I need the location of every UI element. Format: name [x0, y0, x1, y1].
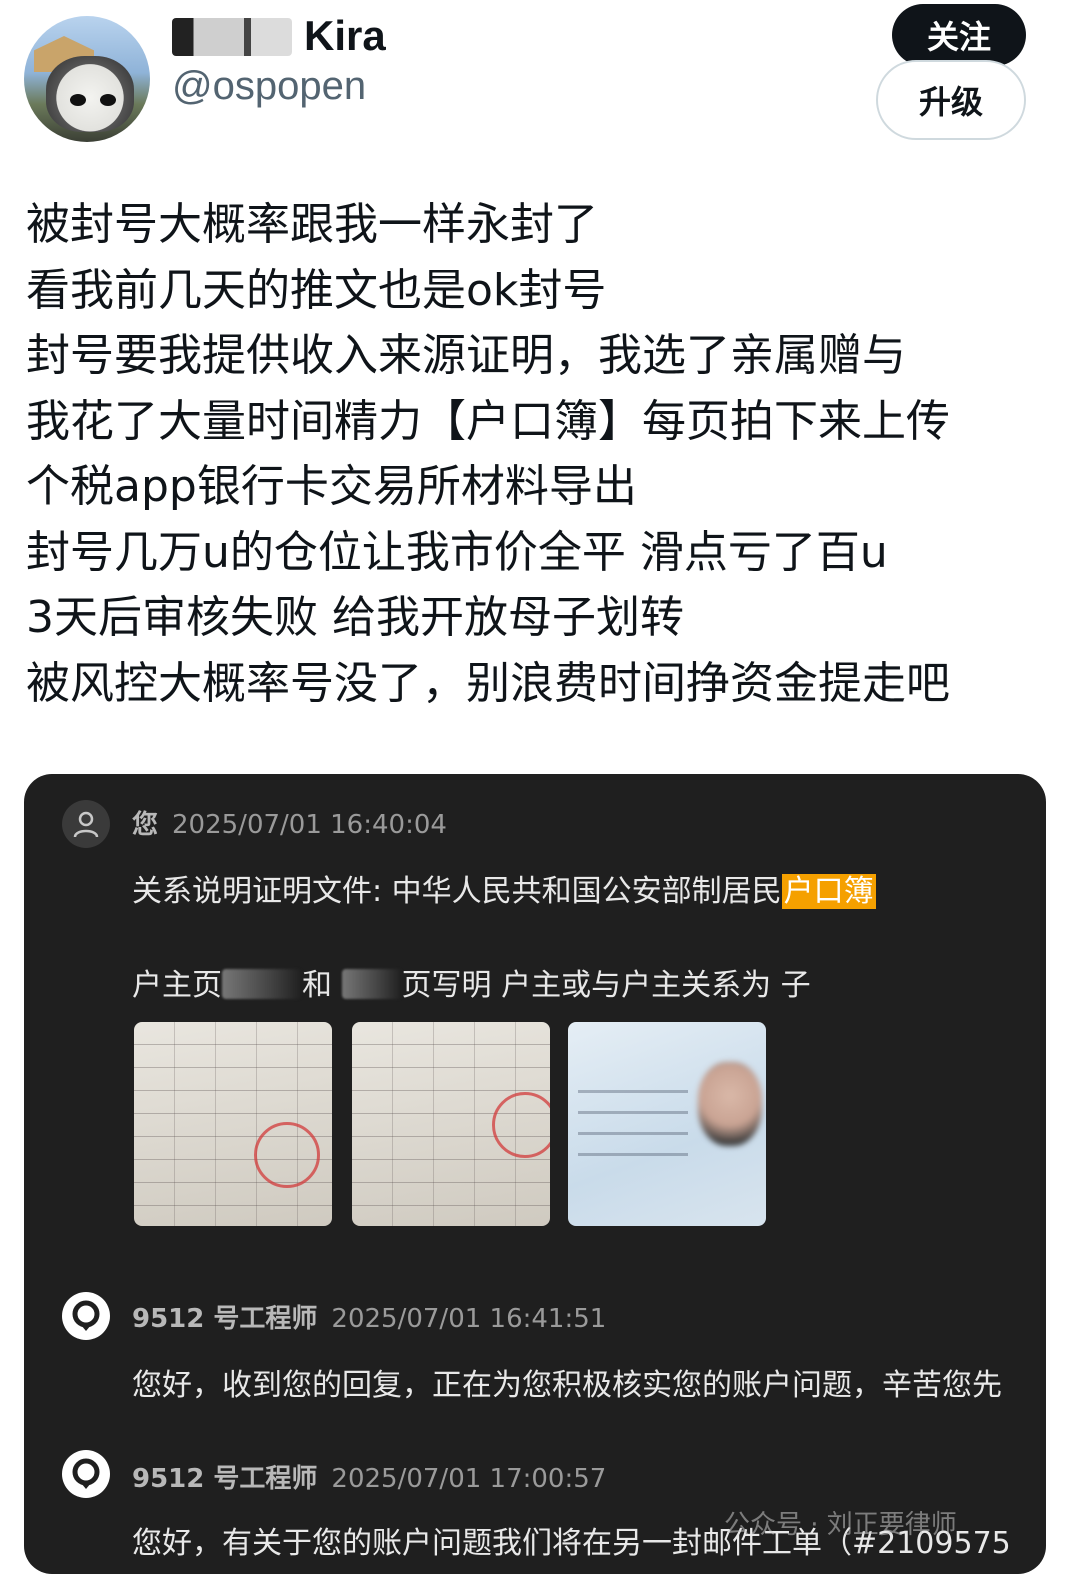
tweet-line: 封号要我提供收入来源证明，我选了亲属赠与 [26, 330, 906, 381]
tweet-text: 被封号大概率跟我一样永封了 看我前几天的推文也是ok封号 封号要我提供收入来源证… [26, 192, 1066, 716]
message-sender: 您 [132, 810, 159, 840]
message-sender: 9512 号工程师 [132, 1304, 318, 1334]
highlighted-text: 户口簿 [781, 874, 876, 909]
message-meta: 9512 号工程师 2025/07/01 16:41:51 [132, 1298, 606, 1335]
blurred-text [341, 969, 402, 999]
tweet-line: 我花了大量时间精力【户口簿】每页拍下来上传 [26, 395, 950, 447]
message-text-part: 户主页 [132, 968, 222, 1003]
id-card-text-lines [578, 1072, 688, 1172]
watermark: 公众号 · 刘正要律师 [724, 1510, 957, 1540]
tweet-line: 封号几万u的仓位让我市价全平 滑点亏了百u [26, 526, 888, 578]
engineer-icon [62, 1450, 110, 1498]
message-time: 2025/07/01 16:40:04 [172, 810, 447, 840]
tweet-line: 3天后审核失败 给我开放母子划转 [26, 592, 684, 643]
avatar-eye [70, 94, 86, 106]
message-time: 2025/07/01 16:41:51 [331, 1304, 607, 1334]
message-text-main: 关系说明证明文件: 中华人民共和国公安部制居民 [132, 874, 782, 909]
upgrade-button[interactable]: 升级 [876, 60, 1026, 140]
message-meta: 9512 号工程师 2025/07/01 17:00:57 [132, 1458, 606, 1495]
avatar-cat-shape [46, 56, 134, 132]
tweet-line: 看我前几天的推文也是ok封号 [26, 264, 607, 316]
redacted-name [172, 18, 292, 56]
message-text: 关系说明证明文件: 中华人民共和国公安部制居民户口簿 [132, 866, 876, 910]
user-icon [62, 800, 110, 848]
follow-button[interactable]: 关注 [892, 4, 1026, 66]
red-stamp [254, 1122, 320, 1188]
blurred-face [698, 1062, 762, 1146]
message-meta: 您 2025/07/01 16:40:04 [132, 804, 447, 841]
red-stamp [492, 1092, 550, 1158]
household-register-photo[interactable] [352, 1022, 550, 1226]
message-text: 您好，收到您的回复，正在为您积极核实您的账户问题，辛苦您先 [132, 1368, 1002, 1403]
tweet-line: 被风控大概率号没了，别浪费时间挣资金提走吧 [26, 657, 950, 709]
display-name-text: Kira [304, 12, 386, 59]
avatar-eye [100, 94, 116, 106]
engineer-icon [62, 1292, 110, 1340]
message-text: 户主页 和 页写明 户主或与户主关系为 子 [132, 960, 811, 1004]
blurred-text [222, 969, 302, 999]
tweet-media-image[interactable]: 您 2025/07/01 16:40:04 关系说明证明文件: 中华人民共和国公安… [24, 774, 1046, 1574]
message-sender: 9512 号工程师 [132, 1464, 318, 1494]
message-text-part: 页写明 户主或与户主关系为 子 [401, 968, 811, 1003]
message-text-part: 和 [302, 968, 332, 1003]
tweet-line: 被封号大概率跟我一样永封了 [26, 199, 598, 250]
household-register-photo[interactable] [134, 1022, 332, 1226]
user-handle[interactable]: @ospopen [172, 64, 366, 109]
message-time: 2025/07/01 17:00:57 [331, 1464, 607, 1494]
avatar[interactable] [24, 16, 150, 142]
display-name[interactable]: Kira [172, 12, 386, 60]
id-card-photo[interactable] [568, 1022, 766, 1226]
tweet-line: 个税app银行卡交易所材料导出 [26, 461, 637, 512]
